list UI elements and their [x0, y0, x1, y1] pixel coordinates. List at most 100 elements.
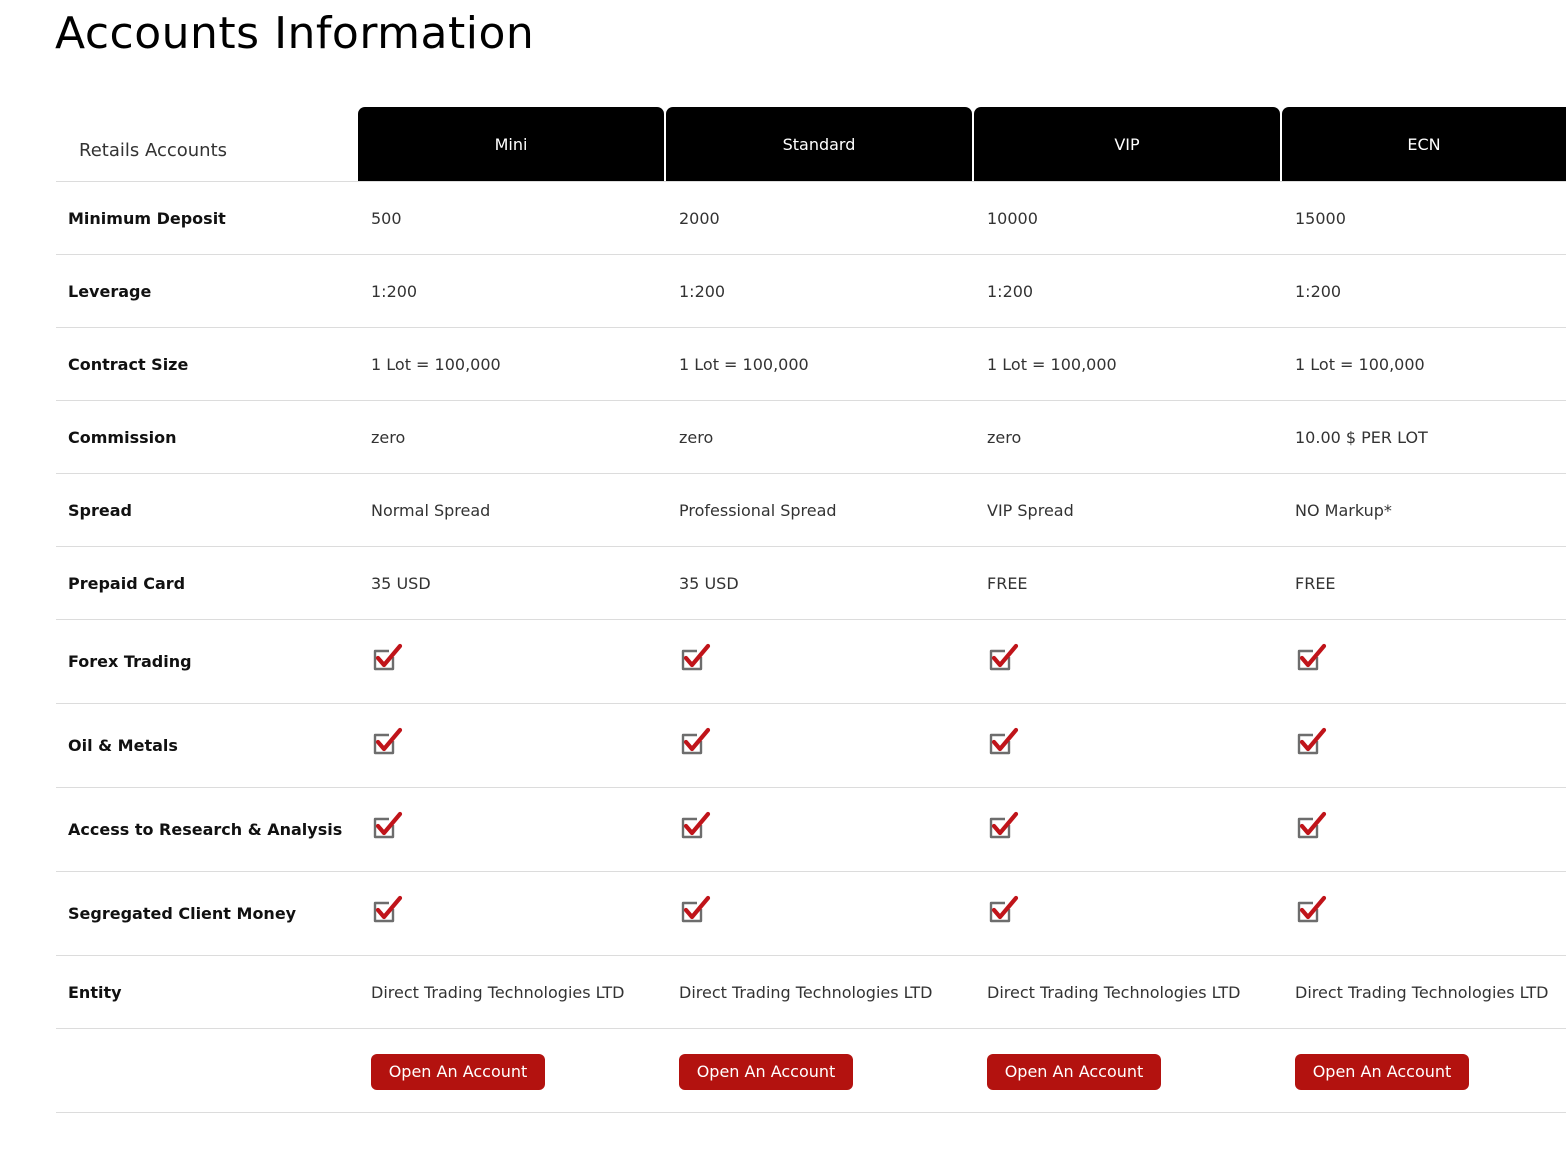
table-cell: 10.00 $ PER LOT [1295, 427, 1428, 447]
row-label: Forex Trading [68, 652, 192, 671]
corner-label: Retails Accounts [79, 139, 228, 161]
table-row: Contract Size 1 Lot = 100,000 1 Lot = 10… [56, 328, 1566, 401]
checkbox-checked-icon [679, 727, 711, 759]
table-cell: 35 USD [679, 573, 739, 593]
checkbox-checked-icon [679, 643, 711, 675]
table-cell: FREE [1295, 573, 1336, 593]
table-cell: 1:200 [679, 281, 726, 301]
checkbox-checked-icon [1295, 727, 1327, 759]
table-cell: zero [987, 427, 1022, 447]
table-cell: zero [371, 427, 406, 447]
table-cell: 500 [371, 208, 402, 228]
table-row: Forex Trading [56, 620, 1566, 704]
table-cell [1282, 704, 1566, 787]
table-row: Prepaid Card 35 USD 35 USD FREE FREE [56, 547, 1566, 620]
checkbox-checked-icon [679, 895, 711, 927]
table-row: Commission zero zero zero 10.00 $ PER LO… [56, 401, 1566, 474]
table-cell: Open An Account [358, 1029, 666, 1112]
checkbox-checked-icon [371, 895, 403, 927]
table-cell [666, 704, 974, 787]
table-cell: VIP Spread [987, 500, 1074, 520]
table-cell: 1:200 [1295, 281, 1342, 301]
row-label: Leverage [68, 281, 152, 301]
table-cell [666, 620, 974, 703]
table-cell: FREE [987, 573, 1028, 593]
table-cell: Normal Spread [371, 500, 491, 520]
row-label: Minimum Deposit [68, 208, 226, 228]
row-label: Segregated Client Money [68, 904, 297, 923]
table-row: Entity Direct Trading Technologies LTD D… [56, 956, 1566, 1029]
table-row: Segregated Client Money [56, 872, 1566, 956]
row-label: Commission [68, 427, 177, 447]
table-row: Spread Normal Spread Professional Spread… [56, 474, 1566, 547]
table-row: Access to Research & Analysis [56, 788, 1566, 872]
table-cell: zero [679, 427, 714, 447]
table-cell [974, 872, 1282, 955]
table-cell: Open An Account [974, 1029, 1282, 1112]
row-label: Oil & Metals [68, 736, 178, 755]
open-account-button-standard[interactable]: Open An Account [679, 1053, 853, 1090]
row-label: Contract Size [68, 354, 189, 374]
checkbox-checked-icon [987, 643, 1019, 675]
checkbox-checked-icon [371, 643, 403, 675]
table-cell: 1 Lot = 100,000 [1295, 354, 1425, 374]
table-cell [1282, 788, 1566, 871]
table-cell: NO Markup* [1295, 500, 1392, 520]
column-header-ecn: ECN [1282, 107, 1566, 181]
table-cell [974, 704, 1282, 787]
row-label: Entity [68, 982, 122, 1002]
table-cell: Direct Trading Technologies LTD [1295, 982, 1549, 1002]
table-cell: 15000 [1295, 208, 1346, 228]
column-header-vip: VIP [974, 107, 1280, 181]
table-cell [666, 788, 974, 871]
row-label: Prepaid Card [68, 573, 186, 593]
column-header-mini: Mini [358, 107, 664, 181]
table-cell [1282, 620, 1566, 703]
checkbox-checked-icon [679, 811, 711, 843]
table-cell: Open An Account [666, 1029, 974, 1112]
table-cell [974, 620, 1282, 703]
table-cell: 1 Lot = 100,000 [371, 354, 501, 374]
table-cell: Direct Trading Technologies LTD [679, 982, 933, 1002]
checkbox-checked-icon [987, 727, 1019, 759]
checkbox-checked-icon [1295, 895, 1327, 927]
table-cell: Direct Trading Technologies LTD [987, 982, 1241, 1002]
row-label-empty [56, 1029, 358, 1112]
checkbox-checked-icon [1295, 811, 1327, 843]
table-row: Leverage 1:200 1:200 1:200 1:200 [56, 255, 1566, 328]
table-cell: 35 USD [371, 573, 431, 593]
table-row-actions: Open An Account Open An Account Open An … [56, 1029, 1566, 1113]
table-cell: Direct Trading Technologies LTD [371, 982, 625, 1002]
accounts-comparison-table: Retails Accounts Mini Standard VIP ECN M… [56, 107, 1566, 1113]
table-cell: 1:200 [987, 281, 1034, 301]
table-cell [358, 620, 666, 703]
checkbox-checked-icon [1295, 643, 1327, 675]
row-label: Spread [68, 500, 132, 520]
column-header-standard: Standard [666, 107, 972, 181]
open-account-button-vip[interactable]: Open An Account [987, 1053, 1161, 1090]
table-cell: Open An Account [1282, 1029, 1566, 1112]
table-cell: 10000 [987, 208, 1038, 228]
open-account-button-mini[interactable]: Open An Account [371, 1053, 545, 1090]
table-row: Minimum Deposit 500 2000 10000 15000 [56, 182, 1566, 255]
checkbox-checked-icon [987, 811, 1019, 843]
checkbox-checked-icon [371, 727, 403, 759]
checkbox-checked-icon [987, 895, 1019, 927]
table-cell: Professional Spread [679, 500, 837, 520]
table-cell [358, 872, 666, 955]
table-header-row: Retails Accounts Mini Standard VIP ECN [56, 107, 1566, 182]
row-label: Access to Research & Analysis [68, 820, 343, 839]
table-cell: 1:200 [371, 281, 418, 301]
table-cell [358, 704, 666, 787]
page-title: Accounts Information [55, 8, 535, 59]
table-cell [358, 788, 666, 871]
table-row: Oil & Metals [56, 704, 1566, 788]
checkbox-checked-icon [371, 811, 403, 843]
table-cell [974, 788, 1282, 871]
table-cell [666, 872, 974, 955]
table-cell: 2000 [679, 208, 720, 228]
table-cell [1282, 872, 1566, 955]
open-account-button-ecn[interactable]: Open An Account [1295, 1053, 1469, 1090]
table-cell: 1 Lot = 100,000 [987, 354, 1117, 374]
table-cell: 1 Lot = 100,000 [679, 354, 809, 374]
